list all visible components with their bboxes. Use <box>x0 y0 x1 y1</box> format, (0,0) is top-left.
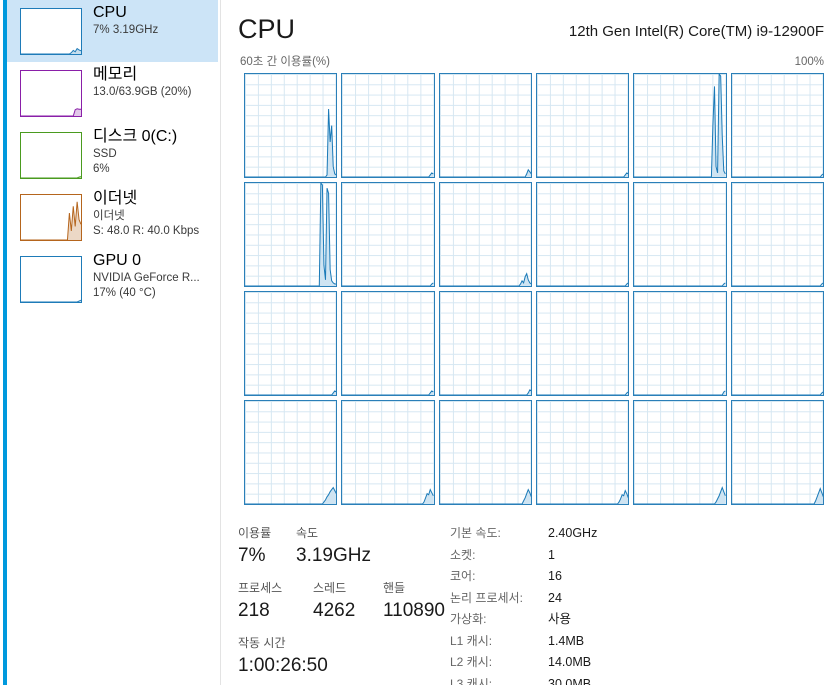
handles-value: 110890 <box>383 600 445 621</box>
gpu-subtitle-1: NVIDIA GeForce R... <box>93 272 200 284</box>
core-graph-3[interactable] <box>536 73 630 178</box>
spec-value-6: 14.0MB <box>548 655 592 669</box>
spec-value-5: 1.4MB <box>548 633 585 648</box>
cpu-model-label: 12th Gen Intel(R) Core(TM) i9-12900F <box>568 23 824 40</box>
spec-value-0: 2.40GHz <box>548 526 598 540</box>
core-graph-2[interactable] <box>438 73 532 178</box>
page-title: CPU <box>238 14 296 44</box>
graph-caption: 60초 간 이용률(%) <box>240 56 330 68</box>
threads-label: 스레드 <box>313 581 347 595</box>
processes-value: 218 <box>238 600 270 621</box>
core-graph-13[interactable] <box>341 291 435 396</box>
spec-value-4: 사용 <box>548 612 572 626</box>
cpu-stats-footer: 이용률 속도 7% 3.19GHz 프로세스 스레드 핸들 218 4262 1… <box>228 518 834 685</box>
sidebar-item-ethernet[interactable]: 이더넷 이더넷 S: 48.0 R: 40.0 Kbps <box>7 186 218 248</box>
spec-label-1: 소켓: <box>450 547 476 562</box>
spec-label-2: 코어: <box>450 569 476 583</box>
core-graph-10[interactable] <box>633 182 727 287</box>
spec-label-5: L1 캐시: <box>450 633 493 648</box>
speed-value: 3.19GHz <box>296 545 371 566</box>
core-graph-12[interactable] <box>244 291 338 396</box>
ethernet-title: 이더넷 <box>93 190 138 207</box>
utilization-label: 이용률 <box>238 526 272 540</box>
core-graph-11[interactable] <box>730 182 824 287</box>
core-graph-6[interactable] <box>244 182 338 287</box>
gpu-text-block: GPU 0 NVIDIA GeForce R... 17% (40 °C) <box>93 250 218 301</box>
spec-value-2: 16 <box>548 569 562 583</box>
graph-max-label: 100% <box>794 56 824 68</box>
memory-subtitle-1: 13.0/63.9GB (20%) <box>93 86 192 98</box>
disk-title: 디스크 0(C:) <box>93 128 178 145</box>
core-graph-0[interactable] <box>244 73 338 178</box>
disk-thumbnail-graph <box>20 132 82 179</box>
disk-subtitle-1: SSD <box>93 148 117 160</box>
core-graph-4[interactable] <box>633 73 727 178</box>
memory-title: 메모리 <box>93 66 138 83</box>
speed-label: 속도 <box>296 526 319 540</box>
ethernet-subtitle-1: 이더넷 <box>93 210 125 222</box>
core-graph-18[interactable] <box>244 400 338 505</box>
core-graph-7[interactable] <box>341 182 435 287</box>
threads-value: 4262 <box>313 600 356 621</box>
uptime-value: 1:00:26:50 <box>238 655 328 676</box>
task-manager-window: CPU 7% 3.19GHz 메모리 13.0/63.9GB (20%) 디스크 0(C… <box>0 0 834 685</box>
ethernet-subtitle-2: S: 48.0 R: 40.0 Kbps <box>93 225 200 237</box>
cpu-title: CPU <box>93 4 127 21</box>
spec-label-0: 기본 속도: <box>450 526 501 540</box>
spec-label-7: L3 캐시: <box>450 676 493 685</box>
ethernet-thumbnail-graph <box>20 194 82 241</box>
spec-label-3: 논리 프로세서: <box>450 590 523 605</box>
gpu-thumbnail-graph <box>20 256 82 303</box>
core-graph-22[interactable] <box>633 400 727 505</box>
core-graph-20[interactable] <box>438 400 532 505</box>
core-graph-15[interactable] <box>536 291 630 396</box>
cpu-detail-panel: CPU 12th Gen Intel(R) Core(TM) i9-12900F… <box>228 0 834 685</box>
spec-value-3: 24 <box>548 590 562 605</box>
logical-processor-graph-grid[interactable] <box>244 73 824 505</box>
sidebar-item-disk[interactable]: 디스크 0(C:) SSD 6% <box>7 124 218 186</box>
spec-label-6: L2 캐시: <box>450 655 493 669</box>
utilization-value: 7% <box>238 545 266 566</box>
sidebar-item-gpu[interactable]: GPU 0 NVIDIA GeForce R... 17% (40 °C) <box>7 248 218 310</box>
core-graph-9[interactable] <box>536 182 630 287</box>
sidebar-item-memory[interactable]: 메모리 13.0/63.9GB (20%) <box>7 62 218 124</box>
disk-subtitle-2: 6% <box>93 163 110 175</box>
resource-sidebar: CPU 7% 3.19GHz 메모리 13.0/63.9GB (20%) 디스크 0(C… <box>7 0 220 685</box>
core-graph-14[interactable] <box>438 291 532 396</box>
disk-text-block: 디스크 0(C:) SSD 6% <box>93 126 218 177</box>
cpu-text-block: CPU 7% 3.19GHz <box>93 2 218 38</box>
sidebar-divider <box>220 0 221 685</box>
ethernet-text-block: 이더넷 이더넷 S: 48.0 R: 40.0 Kbps <box>93 188 218 239</box>
core-graph-17[interactable] <box>730 291 824 396</box>
core-graph-19[interactable] <box>341 400 435 505</box>
core-graph-23[interactable] <box>730 400 824 505</box>
handles-label: 핸들 <box>383 581 406 595</box>
spec-value-1: 1 <box>548 547 555 562</box>
gpu-title: GPU 0 <box>93 252 142 269</box>
core-graph-1[interactable] <box>341 73 435 178</box>
core-graph-8[interactable] <box>438 182 532 287</box>
gpu-subtitle-2: 17% (40 °C) <box>93 287 156 299</box>
processes-label: 프로세스 <box>238 581 283 595</box>
sidebar-item-cpu[interactable]: CPU 7% 3.19GHz <box>7 0 218 62</box>
memory-thumbnail-graph <box>20 70 82 117</box>
core-graph-5[interactable] <box>730 73 824 178</box>
core-graph-16[interactable] <box>633 291 727 396</box>
spec-value-7: 30.0MB <box>548 676 592 685</box>
core-graph-21[interactable] <box>536 400 630 505</box>
cpu-subtitle-1: 7% 3.19GHz <box>93 24 159 36</box>
spec-label-4: 가상화: <box>450 612 487 626</box>
uptime-label: 작동 시간 <box>238 636 286 650</box>
cpu-thumbnail-graph <box>20 8 82 55</box>
memory-text-block: 메모리 13.0/63.9GB (20%) <box>93 64 218 100</box>
